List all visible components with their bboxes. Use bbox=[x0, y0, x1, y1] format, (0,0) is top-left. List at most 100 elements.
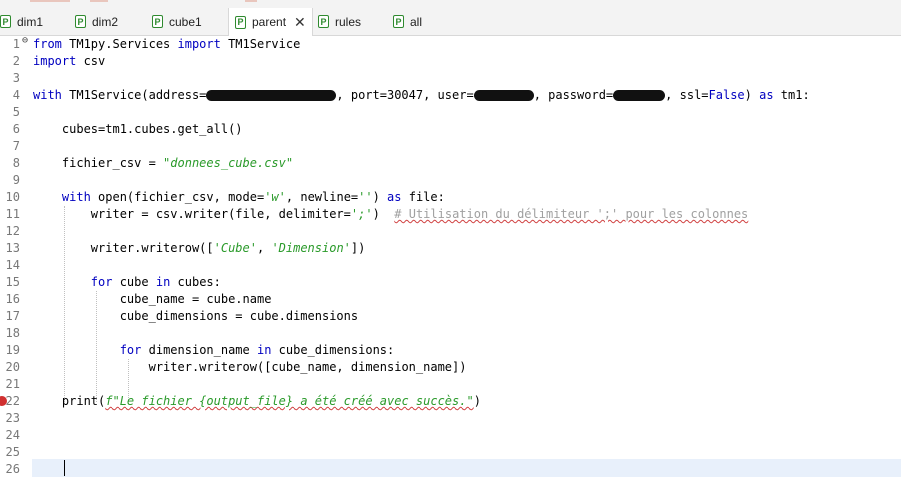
code-token: , port=30047, user= bbox=[336, 88, 474, 102]
code-line[interactable]: 6 cubes=tm1.cubes.get_all() bbox=[0, 121, 901, 138]
code-text: cubes=tm1.cubes.get_all() bbox=[33, 122, 243, 136]
code-line[interactable]: 17 cube_dimensions = cube.dimensions bbox=[0, 308, 901, 325]
code-text: with TM1Service(address= , port=30047, us… bbox=[33, 87, 810, 104]
code-comment: # Utilisation du délimiteur ';' pour les… bbox=[394, 207, 749, 221]
string-literal: "donnees_cube.csv" bbox=[163, 156, 294, 170]
code-line[interactable]: 26 bbox=[0, 461, 901, 478]
line-number: 18 bbox=[5, 326, 20, 340]
code-line[interactable]: 1 ⊖ from TM1py.Services import TM1Servic… bbox=[0, 36, 901, 53]
code-line[interactable]: 4 with TM1Service(address= , port=30047, … bbox=[0, 87, 901, 104]
code-line[interactable]: 22 print(f"Le fichier {output_file} a ét… bbox=[0, 393, 901, 410]
code-line[interactable]: 21 bbox=[0, 376, 901, 393]
line-number: 12 bbox=[5, 224, 20, 238]
keyword: import bbox=[33, 54, 77, 68]
code-line[interactable]: 3 bbox=[0, 70, 901, 87]
line-number: 24 bbox=[5, 428, 20, 442]
tab-dim1[interactable]: P dim1 bbox=[0, 8, 43, 35]
string-literal: 'Dimension' bbox=[271, 241, 351, 255]
code-token: ) bbox=[473, 394, 481, 408]
code-line[interactable]: 12 bbox=[0, 223, 901, 240]
code-line[interactable]: 2 import csv bbox=[0, 53, 901, 70]
code-line[interactable]: 13 writer.writerow(['Cube', 'Dimension']… bbox=[0, 240, 901, 257]
code-text: writer.writerow(['Cube', 'Dimension']) bbox=[33, 240, 366, 257]
tab-label: dim1 bbox=[17, 14, 44, 29]
code-line[interactable]: 10 with open(fichier_csv, mode='w', newl… bbox=[0, 189, 901, 206]
code-line[interactable]: 8 fichier_csv = "donnees_cube.csv" bbox=[0, 155, 901, 172]
keyword: import bbox=[177, 37, 221, 51]
code-token: ) bbox=[372, 190, 388, 204]
redacted-address bbox=[206, 90, 337, 101]
keyword: False bbox=[708, 88, 745, 102]
line-number: 1 bbox=[12, 37, 20, 51]
python-file-icon: P bbox=[318, 15, 329, 28]
close-icon[interactable]: ✕ bbox=[294, 14, 306, 31]
line-number: 26 bbox=[5, 462, 20, 476]
partial-toolbar bbox=[30, 0, 70, 2]
string-literal: ';' bbox=[350, 207, 373, 221]
line-number: 7 bbox=[12, 139, 20, 153]
line-number: 3 bbox=[12, 71, 20, 85]
code-text: cube_name = cube.name bbox=[33, 292, 272, 306]
top-strip bbox=[0, 0, 901, 8]
line-number: 9 bbox=[12, 173, 20, 187]
code-token: TM1Service bbox=[220, 37, 301, 51]
code-line[interactable]: 7 bbox=[0, 138, 901, 155]
code-line[interactable]: 18 bbox=[0, 325, 901, 342]
line-number: 20 bbox=[5, 360, 20, 374]
code-line[interactable]: 25 bbox=[0, 444, 901, 461]
code-token: ]) bbox=[350, 241, 366, 255]
code-token: ) bbox=[744, 88, 760, 102]
code-text: with open(fichier_csv, mode='w', newline… bbox=[33, 189, 445, 206]
code-line[interactable]: 24 bbox=[0, 427, 901, 444]
code-token: cube_dimensions: bbox=[271, 343, 395, 357]
code-line[interactable]: 16 cube_name = cube.name bbox=[0, 291, 901, 308]
code-text: cube_dimensions = cube.dimensions bbox=[33, 309, 359, 323]
tab-parent[interactable]: P parent ✕ bbox=[228, 8, 313, 36]
line-number: 22 bbox=[5, 394, 20, 408]
partial-toolbar bbox=[245, 0, 257, 2]
line-number: 17 bbox=[5, 309, 20, 323]
tab-cube1[interactable]: P cube1 bbox=[152, 8, 202, 35]
code-editor[interactable]: 1 ⊖ from TM1py.Services import TM1Servic… bbox=[0, 36, 901, 496]
code-line[interactable]: 14 bbox=[0, 257, 901, 274]
code-token: dimension_name bbox=[141, 343, 257, 357]
code-line[interactable]: 11 writer = csv.writer(file, delimiter='… bbox=[0, 206, 901, 223]
code-line[interactable]: 9 bbox=[0, 172, 901, 189]
code-line[interactable]: 19 for dimension_name in cube_dimensions… bbox=[0, 342, 901, 359]
tab-label: parent bbox=[252, 15, 287, 29]
line-number: 23 bbox=[5, 411, 20, 425]
tab-dim2[interactable]: P dim2 bbox=[75, 8, 118, 35]
tab-all[interactable]: P all bbox=[393, 8, 422, 35]
line-number: 19 bbox=[5, 343, 20, 357]
code-line[interactable]: 5 bbox=[0, 104, 901, 121]
string-literal: f"Le fichier {output_file} a été créé av… bbox=[105, 394, 474, 408]
code-token: , ssl= bbox=[665, 88, 709, 102]
string-literal: 'Cube' bbox=[213, 241, 257, 255]
code-token: file: bbox=[401, 190, 445, 204]
code-line[interactable]: 23 bbox=[0, 410, 901, 427]
code-line[interactable]: 20 writer.writerow([cube_name, dimension… bbox=[0, 359, 901, 376]
line-number: 6 bbox=[12, 122, 20, 136]
fold-toggle-icon[interactable]: ⊖ bbox=[21, 36, 29, 46]
line-number: 25 bbox=[5, 445, 20, 459]
line-number: 10 bbox=[5, 190, 20, 204]
line-number: 21 bbox=[5, 377, 20, 391]
editor-tab-bar: P dim1 P dim2 P cube1 P parent ✕ P rules… bbox=[0, 8, 901, 36]
tab-label: cube1 bbox=[169, 14, 202, 29]
keyword: in bbox=[256, 343, 272, 357]
keyword: in bbox=[155, 275, 171, 289]
tab-rules[interactable]: P rules bbox=[318, 8, 361, 35]
code-token: writer = csv.writer(file, delimiter= bbox=[33, 207, 351, 221]
code-token: writer.writerow([ bbox=[33, 241, 214, 255]
tab-label: dim2 bbox=[92, 14, 119, 29]
tab-label: all bbox=[410, 14, 423, 29]
code-token: print( bbox=[33, 394, 106, 408]
tab-label: rules bbox=[335, 14, 362, 29]
keyword: as bbox=[759, 88, 774, 102]
code-text: fichier_csv = "donnees_cube.csv" bbox=[33, 155, 293, 172]
code-token: ) bbox=[372, 207, 395, 221]
code-line[interactable]: 15 for cube in cubes: bbox=[0, 274, 901, 291]
code-token: TM1py.Services bbox=[61, 37, 178, 51]
